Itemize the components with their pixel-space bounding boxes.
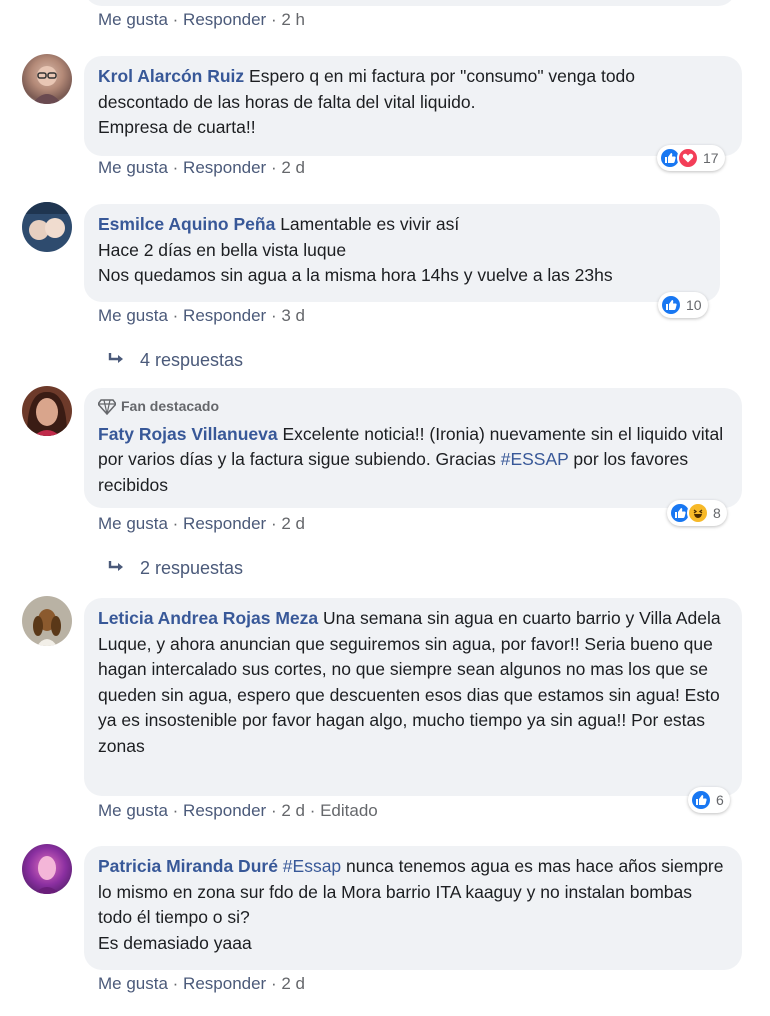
avatar[interactable] [22, 386, 72, 436]
comment-text: Una semana sin agua en cuarto barrio y V… [98, 608, 721, 756]
comment-actions: Me gusta · Responder · 3 d [98, 306, 305, 325]
avatar-image-icon [33, 609, 61, 646]
like-link[interactable]: Me gusta [98, 514, 168, 533]
commenter-name[interactable]: Patricia Miranda Duré [98, 856, 278, 876]
like-link[interactable]: Me gusta [98, 974, 168, 993]
avatar-image-icon [32, 66, 62, 104]
reaction-summary[interactable]: 8 [667, 500, 727, 526]
comment-text-line: Empresa de cuarta!! [98, 117, 256, 137]
reply-link[interactable]: Responder [183, 801, 266, 820]
avatar[interactable] [22, 54, 72, 104]
commenter-name[interactable]: Leticia Andrea Rojas Meza [98, 608, 318, 628]
reaction-summary[interactable]: 6 [688, 787, 730, 813]
like-link[interactable]: Me gusta [98, 10, 168, 29]
reply-link[interactable]: Responder [183, 514, 266, 533]
comment-actions: Me gusta · Responder · 2 d [98, 158, 305, 177]
reply-arrow-icon [108, 350, 126, 370]
reaction-count: 8 [713, 505, 721, 521]
replies-count: 4 respuestas [140, 350, 244, 370]
comment-bubble: Fan destacado Faty Rojas Villanueva Exce… [84, 388, 742, 508]
avatar-image-icon [34, 856, 60, 894]
comment-actions: Me gusta · Responder · 2 d · Editado [98, 801, 378, 820]
timestamp[interactable]: 3 d [281, 306, 305, 325]
reply-link[interactable]: Responder [183, 306, 266, 325]
reply-arrow-icon [108, 558, 126, 578]
commenter-name[interactable]: Esmilce Aquino Peña [98, 214, 275, 234]
like-reaction-icon [660, 294, 682, 316]
timestamp[interactable]: 2 d [281, 514, 305, 533]
timestamp[interactable]: 2 d [281, 158, 305, 177]
haha-reaction-icon [687, 502, 709, 524]
reaction-count: 6 [716, 792, 724, 808]
reply-link[interactable]: Responder [183, 158, 266, 177]
reaction-count: 17 [703, 150, 719, 166]
comment-text-line: Es demasiado yaaa [98, 932, 252, 953]
comment-actions: Me gusta · Responder · 2 d [98, 514, 305, 533]
avatar[interactable] [22, 844, 72, 894]
reaction-summary[interactable]: 17 [657, 145, 725, 171]
view-replies-link[interactable]: 2 respuestas [108, 558, 243, 579]
comment-text-line: Hace 2 días en bella vista luque [98, 239, 347, 260]
like-reaction-icon [690, 789, 712, 811]
like-link[interactable]: Me gusta [98, 801, 168, 820]
comment-text-line: Nos quedamos sin agua a la misma hora 14… [98, 265, 613, 285]
comment-actions: Me gusta · Responder · 2 d [98, 974, 305, 993]
reaction-summary[interactable]: 10 [658, 292, 708, 318]
avatar-image-icon [27, 391, 67, 436]
comment-bubble: Krol Alarcón Ruiz Espero q en mi factura… [84, 56, 742, 156]
comment-bubble: Leticia Andrea Rojas Meza Una semana sin… [84, 598, 742, 796]
like-link[interactable]: Me gusta [98, 306, 168, 325]
like-link[interactable]: Me gusta [98, 158, 168, 177]
avatar[interactable] [22, 202, 72, 252]
reaction-count: 10 [686, 297, 702, 313]
comment-bubble: Esmilce Aquino Peña Lamentable es vivir … [84, 204, 720, 302]
fan-badge-label: Fan destacado [121, 398, 220, 414]
timestamp[interactable]: 2 d [281, 974, 305, 993]
commenter-name[interactable]: Krol Alarcón Ruiz [98, 66, 244, 86]
love-reaction-icon [677, 147, 699, 169]
avatar[interactable] [22, 596, 72, 646]
reply-link[interactable]: Responder [183, 10, 266, 29]
comment-actions: Me gusta · Responder · 2 h [98, 10, 305, 29]
hashtag-link[interactable]: #ESSAP [501, 449, 569, 469]
comment-text: Lamentable es vivir así [280, 214, 460, 234]
edited-label[interactable]: Editado [320, 801, 378, 820]
hashtag-link[interactable]: #Essap [283, 856, 341, 876]
replies-count: 2 respuestas [140, 558, 244, 578]
reply-link[interactable]: Responder [183, 974, 266, 993]
view-replies-link[interactable]: 4 respuestas [108, 350, 243, 371]
comment-bubble: Patricia Miranda Duré #Essap nunca tenem… [84, 846, 742, 970]
fan-badge: Fan destacado [98, 394, 730, 420]
diamond-icon [98, 399, 116, 415]
avatar-image-icon [22, 202, 72, 240]
timestamp[interactable]: 2 d [281, 801, 305, 820]
commenter-name[interactable]: Faty Rojas Villanueva [98, 424, 278, 444]
timestamp[interactable]: 2 h [281, 10, 305, 29]
previous-comment-bubble [84, 0, 736, 6]
